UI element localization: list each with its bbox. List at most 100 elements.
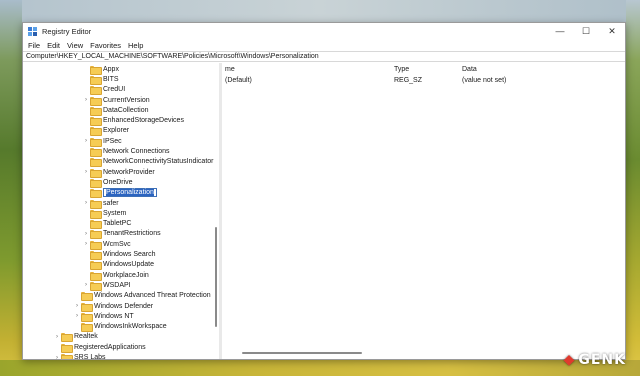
tree-item[interactable]: Network Connections	[82, 146, 170, 158]
folder-icon	[90, 240, 102, 250]
tree-item[interactable]: Personalization	[82, 188, 157, 199]
tree-item[interactable]: › CurrentVersion	[82, 95, 150, 106]
key-tree-pane[interactable]: Appx BITS CredUI › CurrentVersion DataCollect…	[23, 63, 222, 359]
folder-icon	[90, 230, 102, 240]
tree-item-label: Appx	[103, 65, 119, 73]
column-header-name[interactable]: me	[225, 66, 235, 73]
tree-item[interactable]: WindowsUpdate	[82, 260, 154, 271]
tree-item[interactable]: › WcmSvc	[82, 239, 131, 250]
folder-icon	[90, 148, 102, 158]
tree-item[interactable]: Windows Search	[82, 249, 156, 261]
chevron-right-icon[interactable]: ›	[82, 138, 90, 144]
tree-item[interactable]: › WSDAPI	[82, 280, 131, 291]
tree-item-label: IPSec	[103, 137, 122, 145]
minimize-button[interactable]: —	[547, 23, 573, 39]
tree-item[interactable]: › Windows NT	[73, 311, 134, 322]
tree-item[interactable]: NetworkConnectivityStatusIndicator	[82, 157, 214, 168]
genk-watermark: ◆ GENK	[564, 352, 626, 368]
chevron-right-icon[interactable]: ›	[82, 282, 90, 288]
tree-item[interactable]: › TenantRestrictions	[82, 229, 161, 240]
tree-item-label: DataCollection	[103, 106, 149, 114]
tree-item[interactable]: › Realtek	[53, 332, 98, 343]
folder-icon	[81, 302, 93, 312]
menu-help[interactable]: Help	[126, 41, 148, 50]
menu-favorites[interactable]: Favorites	[88, 41, 126, 50]
menu-file[interactable]: File	[26, 41, 45, 50]
folder-icon	[81, 312, 93, 322]
folder-icon	[90, 96, 102, 106]
tree-item-label: SRS Labs	[74, 354, 106, 359]
folder-icon	[90, 75, 102, 85]
folder-icon	[90, 261, 102, 271]
desktop-wallpaper-bottom	[0, 360, 640, 376]
tree-item-label: Windows NT	[94, 312, 134, 320]
watermark-text: GENK	[578, 352, 626, 368]
tree-item-label: safer	[103, 199, 119, 207]
values-horizontal-scrollbar[interactable]	[242, 352, 362, 354]
chevron-right-icon[interactable]: ›	[82, 200, 90, 206]
chevron-right-icon[interactable]: ›	[82, 241, 90, 247]
value-data: (value not set)	[462, 77, 507, 84]
chevron-right-icon[interactable]: ›	[82, 169, 90, 175]
folder-icon	[90, 158, 102, 168]
menu-view[interactable]: View	[65, 41, 88, 50]
tree-item[interactable]: › IPSec	[82, 136, 122, 147]
chevron-right-icon[interactable]: ›	[53, 334, 61, 340]
tree-item[interactable]: Explorer	[82, 126, 129, 137]
tree-item-label: NetworkConnectivityStatusIndicator	[103, 158, 214, 166]
desktop-wallpaper-left	[0, 0, 22, 376]
tree-item[interactable]: TabletPC	[82, 219, 131, 230]
folder-icon	[90, 137, 102, 147]
tree-item[interactable]: › safer	[82, 198, 119, 209]
chevron-right-icon[interactable]: ›	[73, 313, 81, 319]
folder-icon	[90, 271, 102, 281]
folder-icon	[90, 209, 102, 219]
address-path: Computer\HKEY_LOCAL_MACHINE\SOFTWARE\Pol…	[26, 53, 319, 60]
chevron-right-icon[interactable]: ›	[73, 303, 81, 309]
tree-item[interactable]: RegisteredApplications	[53, 342, 146, 353]
column-header-type[interactable]: Type	[394, 66, 409, 73]
tree-item[interactable]: › Windows Defender	[73, 301, 154, 312]
tree-item-rename-field[interactable]: Personalization	[103, 188, 157, 198]
tree-item[interactable]: CredUI	[82, 85, 126, 96]
tree-item[interactable]: WorkplaceJoin	[82, 270, 149, 281]
address-bar[interactable]: Computer\HKEY_LOCAL_MACHINE\SOFTWARE\Pol…	[23, 51, 625, 62]
title-bar[interactable]: Registry Editor — ☐ ✕	[23, 23, 625, 39]
chevron-right-icon[interactable]: ›	[82, 231, 90, 237]
value-type: REG_SZ	[394, 77, 423, 84]
tree-item[interactable]: EnhancedStorageDevices	[82, 116, 184, 127]
values-pane[interactable]: me Type Data (Default) REG_SZ (value not…	[222, 63, 625, 359]
tree-scrollbar-thumb[interactable]	[215, 227, 217, 327]
column-header-data[interactable]: Data	[462, 66, 477, 73]
tree-item-label: WSDAPI	[103, 281, 131, 289]
window-title: Registry Editor	[42, 26, 92, 36]
tree-item[interactable]: › NetworkProvider	[82, 167, 155, 178]
folder-icon	[90, 86, 102, 96]
menu-edit[interactable]: Edit	[45, 41, 65, 50]
folder-icon	[90, 281, 102, 291]
tree-item[interactable]: Appx	[82, 64, 119, 75]
registry-editor-icon	[28, 26, 37, 36]
close-button[interactable]: ✕	[599, 23, 625, 39]
tree-item-label: CredUI	[103, 86, 126, 94]
folder-icon	[90, 199, 102, 209]
chevron-right-icon[interactable]: ›	[53, 355, 61, 359]
tree-item[interactable]: › SRS Labs	[53, 352, 106, 359]
tree-item-label: TenantRestrictions	[103, 230, 161, 238]
tree-item[interactable]: DataCollection	[82, 105, 149, 116]
maximize-button[interactable]: ☐	[573, 23, 599, 39]
chevron-right-icon[interactable]: ›	[82, 97, 90, 103]
tree-item-label: WcmSvc	[103, 240, 131, 248]
folder-icon	[61, 354, 73, 359]
tree-item-label: Windows Defender	[94, 302, 154, 310]
tree-item[interactable]: OneDrive	[82, 177, 133, 188]
window-controls: — ☐ ✕	[547, 23, 625, 39]
value-row[interactable]: (Default) REG_SZ (value not set)	[222, 77, 625, 87]
desktop-sky	[0, 0, 640, 22]
genk-logo-icon: ◆	[563, 352, 576, 368]
tree-item[interactable]: Windows Advanced Threat Protection	[73, 291, 211, 302]
tree-item[interactable]: System	[82, 208, 126, 219]
tree-item[interactable]: WindowsInkWorkspace	[73, 322, 167, 333]
folder-icon	[81, 323, 93, 333]
tree-item[interactable]: BITS	[82, 74, 119, 85]
